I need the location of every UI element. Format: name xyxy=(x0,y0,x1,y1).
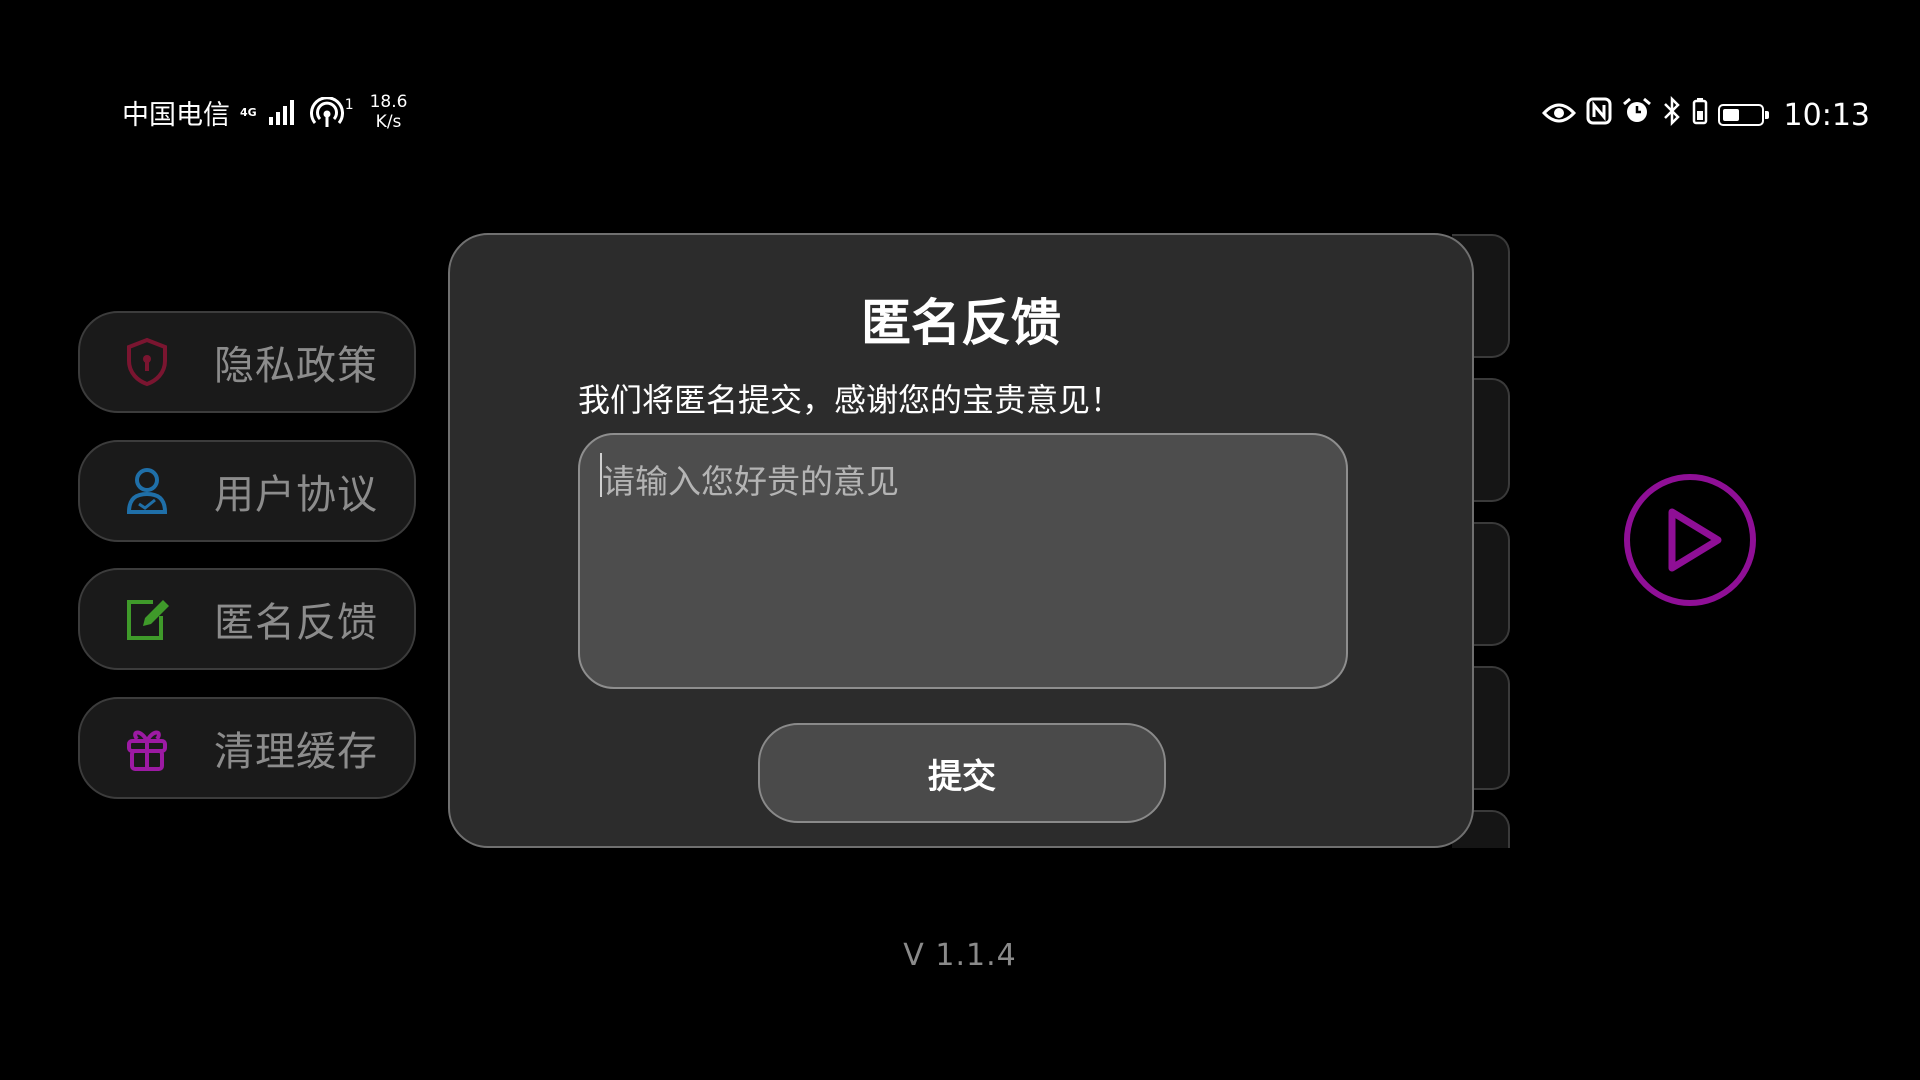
speed-unit: K/s xyxy=(375,112,402,132)
status-bar-right: 10:13 xyxy=(1541,95,1870,134)
carrier-name: 中国电信 xyxy=(122,99,230,131)
status-bar-left: 中国电信 4G 1 18.6 K/s xyxy=(122,92,407,132)
menu-item-label: 用户协议 xyxy=(214,472,378,518)
user-icon xyxy=(122,466,172,516)
network-speed: 18.6 K/s xyxy=(370,92,408,132)
clock-time: 10:13 xyxy=(1783,97,1870,133)
hotspot-count: 1 xyxy=(344,97,354,113)
shield-lock-icon xyxy=(122,337,172,387)
menu-item-user-agreement[interactable]: 用户协议 xyxy=(78,440,416,542)
menu-item-anonymous-feedback[interactable]: 匿名反馈 xyxy=(78,568,416,670)
dialog-title: 匿名反馈 xyxy=(861,294,1061,352)
app-version: V 1.1.4 xyxy=(903,938,1017,973)
play-button[interactable] xyxy=(1622,472,1758,608)
bluetooth-icon xyxy=(1662,95,1682,134)
network-type-label: 4G xyxy=(240,105,257,119)
network-type-badge: 4G xyxy=(240,107,257,118)
battery-icon xyxy=(1717,104,1769,126)
eye-icon xyxy=(1541,98,1576,133)
feedback-dialog: 匿名反馈 我们将匿名提交，感谢您的宝贵意见！ 请输入您好贵的意见 提交 xyxy=(448,233,1474,848)
menu-item-label: 清理缓存 xyxy=(214,729,378,775)
hotspot-icon: 1 xyxy=(309,97,354,127)
signal-icon xyxy=(268,99,294,125)
app-screen: 中国电信 4G 1 18.6 K/s 10:13 隐私政策 用户协议 匿名反馈 … xyxy=(0,0,1920,1080)
alarm-icon xyxy=(1622,97,1652,133)
gift-box-icon xyxy=(122,723,172,773)
menu-item-privacy-policy[interactable]: 隐私政策 xyxy=(78,311,416,413)
feedback-input-placeholder: 请输入您好贵的意见 xyxy=(602,462,899,501)
nfc-icon xyxy=(1586,97,1612,133)
dialog-description: 我们将匿名提交，感谢您的宝贵意见！ xyxy=(578,381,1123,419)
speed-value: 18.6 xyxy=(369,92,408,112)
menu-item-label: 隐私政策 xyxy=(214,343,378,389)
submit-button[interactable]: 提交 xyxy=(758,723,1166,823)
feedback-input[interactable]: 请输入您好贵的意见 xyxy=(578,433,1348,689)
battery-level-fill xyxy=(1722,109,1739,121)
edit-note-icon xyxy=(122,594,172,644)
battery-small-icon xyxy=(1692,97,1708,133)
menu-item-clear-cache[interactable]: 清理缓存 xyxy=(78,697,416,799)
menu-item-label: 匿名反馈 xyxy=(214,600,378,646)
play-icon xyxy=(1622,474,1758,612)
